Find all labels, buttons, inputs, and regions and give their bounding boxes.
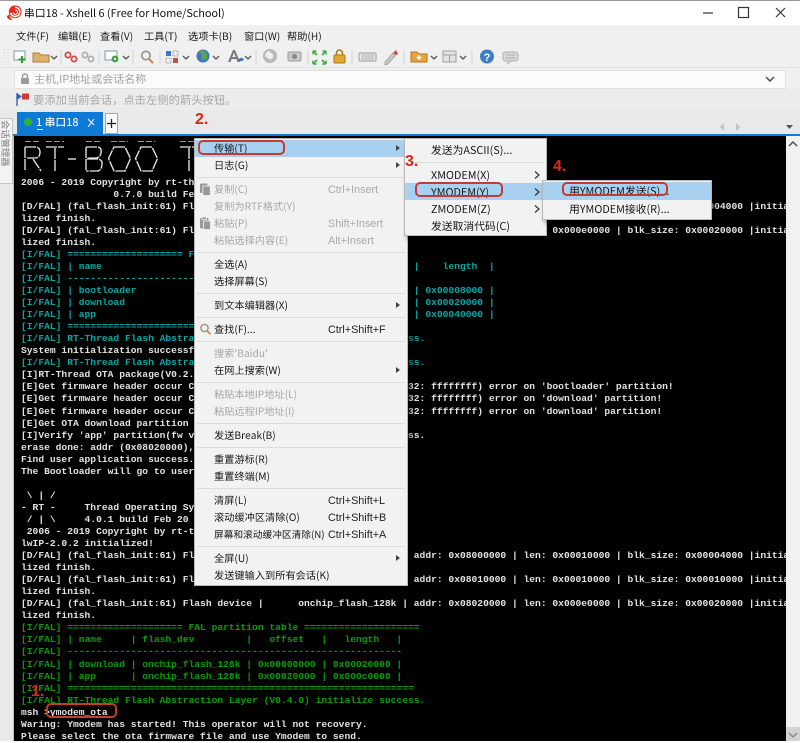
svg-text:?: ?	[484, 52, 491, 64]
